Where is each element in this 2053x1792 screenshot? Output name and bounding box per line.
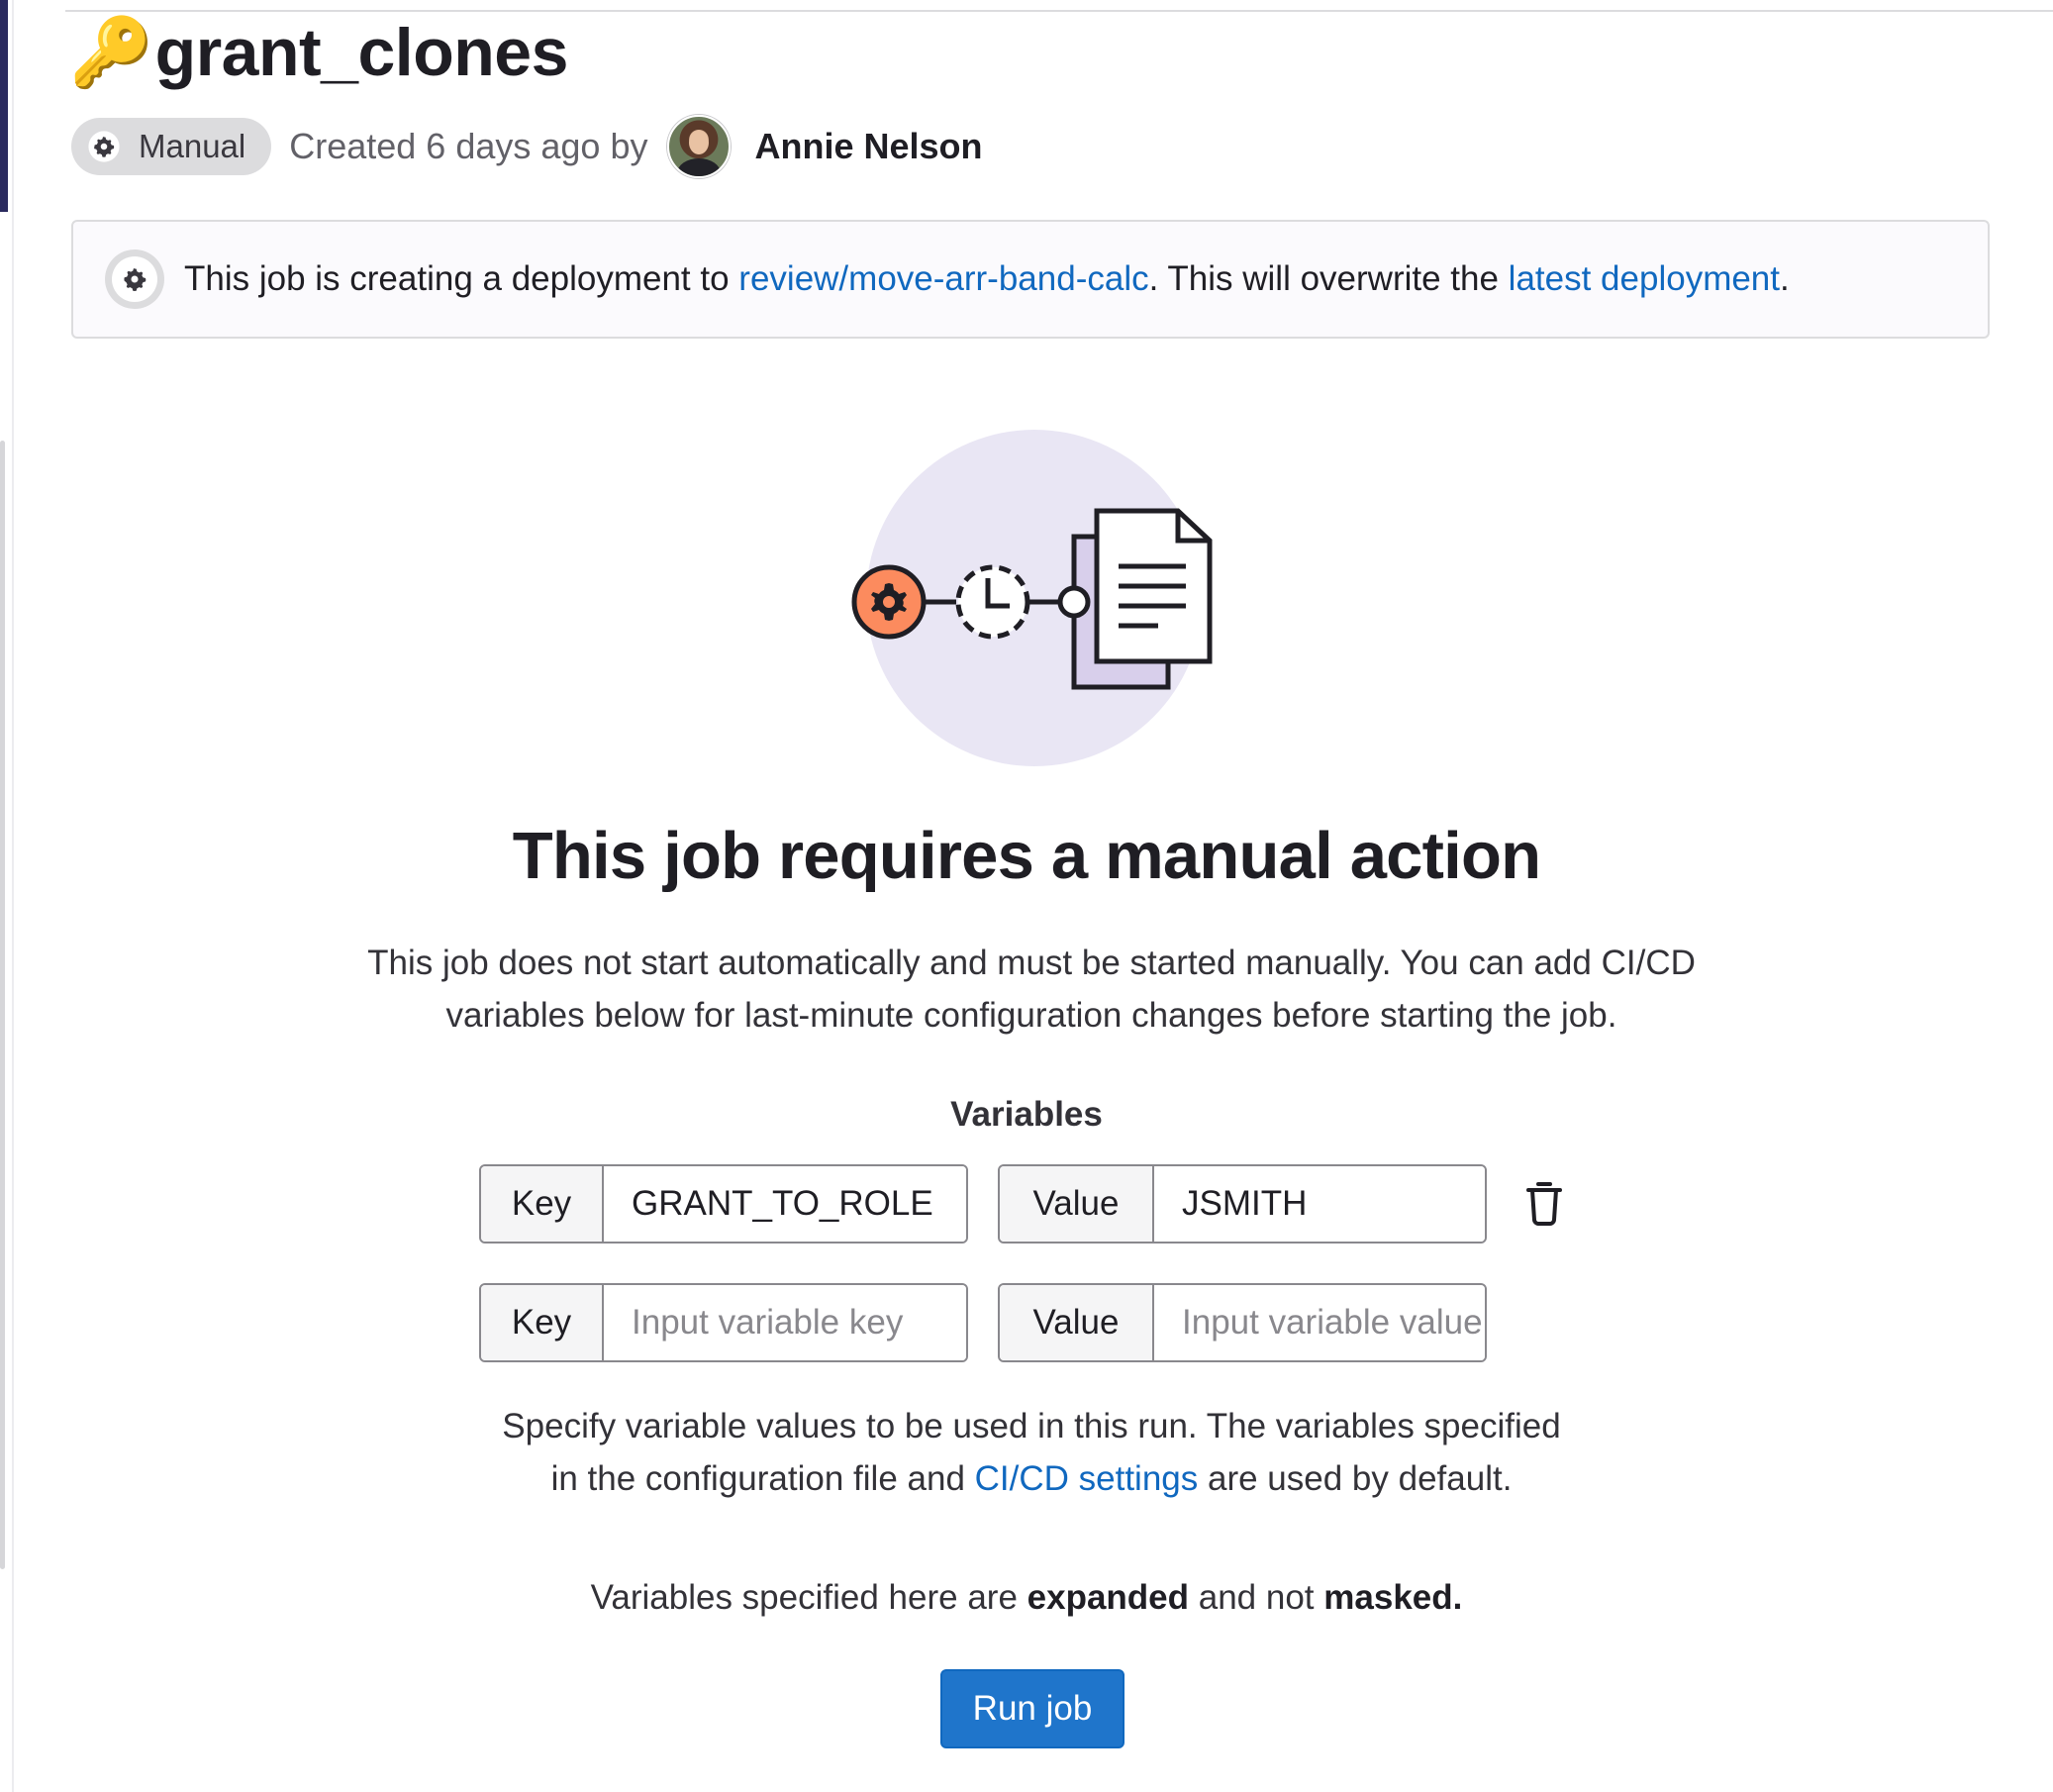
cicd-settings-link[interactable]: CI/CD settings xyxy=(975,1459,1199,1498)
created-text: Created 6 days ago by xyxy=(289,126,648,166)
job-name: grant_clones xyxy=(154,15,569,90)
deployment-message-prefix: This job is creating a deployment to xyxy=(184,259,739,298)
note-prefix: Variables specified here are xyxy=(590,1578,1027,1617)
note-middle: and not xyxy=(1189,1578,1324,1617)
variable-key-group: Key xyxy=(479,1283,968,1362)
empty-state-title: This job requires a manual action xyxy=(512,819,1541,893)
variable-value-input[interactable] xyxy=(1154,1166,1485,1242)
key-prefix: Key xyxy=(481,1285,604,1360)
value-prefix: Value xyxy=(1000,1166,1154,1242)
variables-expanded-note: Variables specified here are expanded an… xyxy=(0,1578,2053,1618)
deployment-message-middle: . This will overwrite the xyxy=(1148,259,1509,298)
scrollbar[interactable] xyxy=(0,441,5,1569)
variables-heading: Variables xyxy=(950,1095,1103,1134)
manual-job-illustration xyxy=(851,430,1213,766)
variable-value-group: Value xyxy=(998,1283,1487,1362)
status-badge-label: Manual xyxy=(139,128,246,164)
variable-value-group: Value xyxy=(998,1164,1487,1244)
trash-icon[interactable] xyxy=(1524,1180,1564,1226)
deployment-alert: This job is creating a deployment to rev… xyxy=(71,220,1990,339)
gear-icon xyxy=(88,131,120,162)
sidebar-divider xyxy=(12,0,14,1792)
latest-deployment-link[interactable]: latest deployment xyxy=(1509,259,1780,298)
variable-value-input[interactable] xyxy=(1154,1285,1485,1360)
status-badge[interactable]: Manual xyxy=(71,118,272,175)
gear-icon xyxy=(124,267,147,292)
deployment-message-suffix: . xyxy=(1780,259,1790,298)
nav-edge xyxy=(0,0,8,212)
note-masked: masked. xyxy=(1323,1578,1463,1617)
value-prefix: Value xyxy=(1000,1285,1154,1360)
note-expanded: expanded xyxy=(1026,1578,1190,1617)
key-icon: 🔑 xyxy=(69,15,153,90)
environment-link[interactable]: review/move-arr-band-calc xyxy=(738,259,1148,298)
deployment-status-icon xyxy=(105,249,164,309)
empty-state-description: This job does not start automatically an… xyxy=(367,944,1696,1035)
run-job-button[interactable]: Run job xyxy=(940,1669,1124,1748)
deployment-message: This job is creating a deployment to rev… xyxy=(184,259,1790,299)
author-link[interactable]: Annie Nelson xyxy=(754,126,982,167)
variable-key-input[interactable] xyxy=(604,1285,966,1360)
variable-key-group: Key xyxy=(479,1164,968,1244)
page-title: 🔑 grant_clones xyxy=(69,8,568,97)
job-meta: Manual Created 6 days ago by Annie Nelso… xyxy=(71,115,983,178)
help-text-part2: are used by default. xyxy=(1198,1459,1513,1498)
key-prefix: Key xyxy=(481,1166,604,1242)
variable-key-input[interactable] xyxy=(604,1166,966,1242)
variables-help-text: Specify variable values to be used in th… xyxy=(485,1400,1578,1505)
avatar[interactable] xyxy=(667,115,732,178)
